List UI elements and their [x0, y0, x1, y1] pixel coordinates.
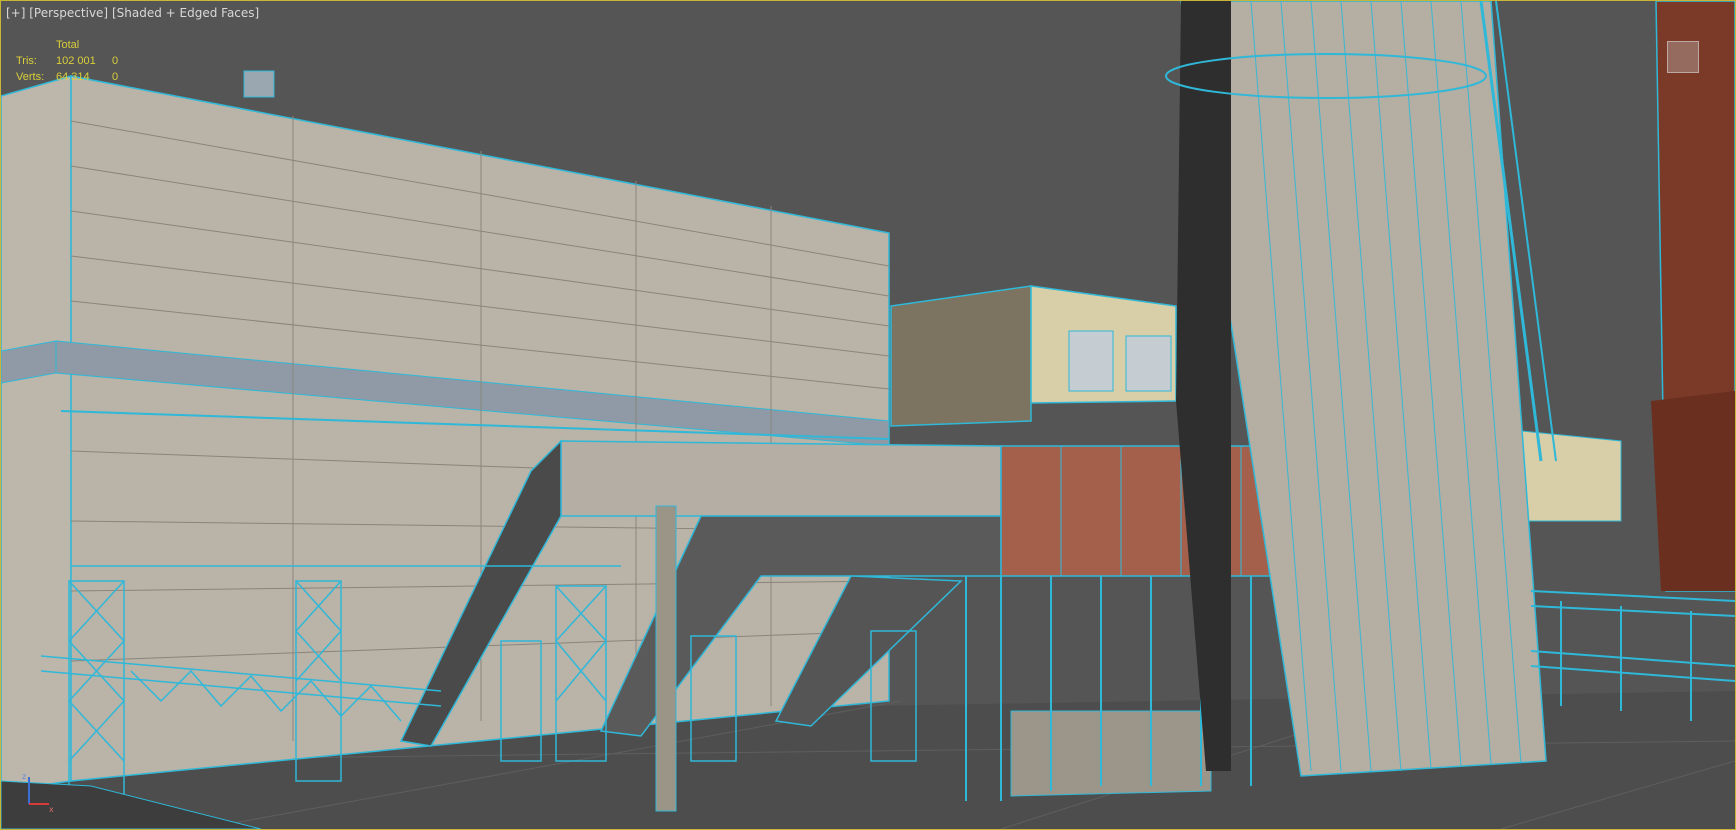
stats-row-verts: Verts: 64 314 0	[16, 69, 132, 85]
axis-x-label: x	[49, 805, 54, 814]
chimney-brick	[1651, 1, 1735, 592]
stats-total: 64 314	[56, 71, 90, 83]
stats-header-total: Total	[56, 39, 80, 51]
statistics-overlay: Total Tris: 102 001 0 Verts: 64 314 0	[16, 37, 132, 85]
viewport-shading-mode[interactable]: [Shaded + Edged Faces]	[112, 6, 259, 20]
viewport-label[interactable]: [+] [Perspective] [Shaded + Edged Faces]	[6, 6, 259, 20]
stats-total: 102 001	[56, 55, 96, 67]
viewport-menu-plus[interactable]: [+]	[6, 6, 25, 20]
viewcube-icon[interactable]	[1667, 41, 1699, 73]
stats-selected: 0	[112, 71, 119, 83]
stats-row-tris: Tris: 102 001 0	[16, 53, 132, 69]
viewport-view-type[interactable]: [Perspective]	[29, 6, 108, 20]
stats-label: Verts:	[16, 71, 45, 83]
scene-render	[1, 1, 1735, 829]
perspective-viewport[interactable]: [+] [Perspective] [Shaded + Edged Faces]…	[0, 0, 1736, 830]
stats-label: Tris:	[16, 55, 37, 67]
axis-z-label: z	[22, 772, 26, 781]
axis-tripod-icon: z x	[22, 772, 54, 814]
chimney-main	[1165, 1, 1557, 777]
brick-enclosure	[965, 445, 1302, 801]
stats-selected: 0	[112, 55, 119, 67]
